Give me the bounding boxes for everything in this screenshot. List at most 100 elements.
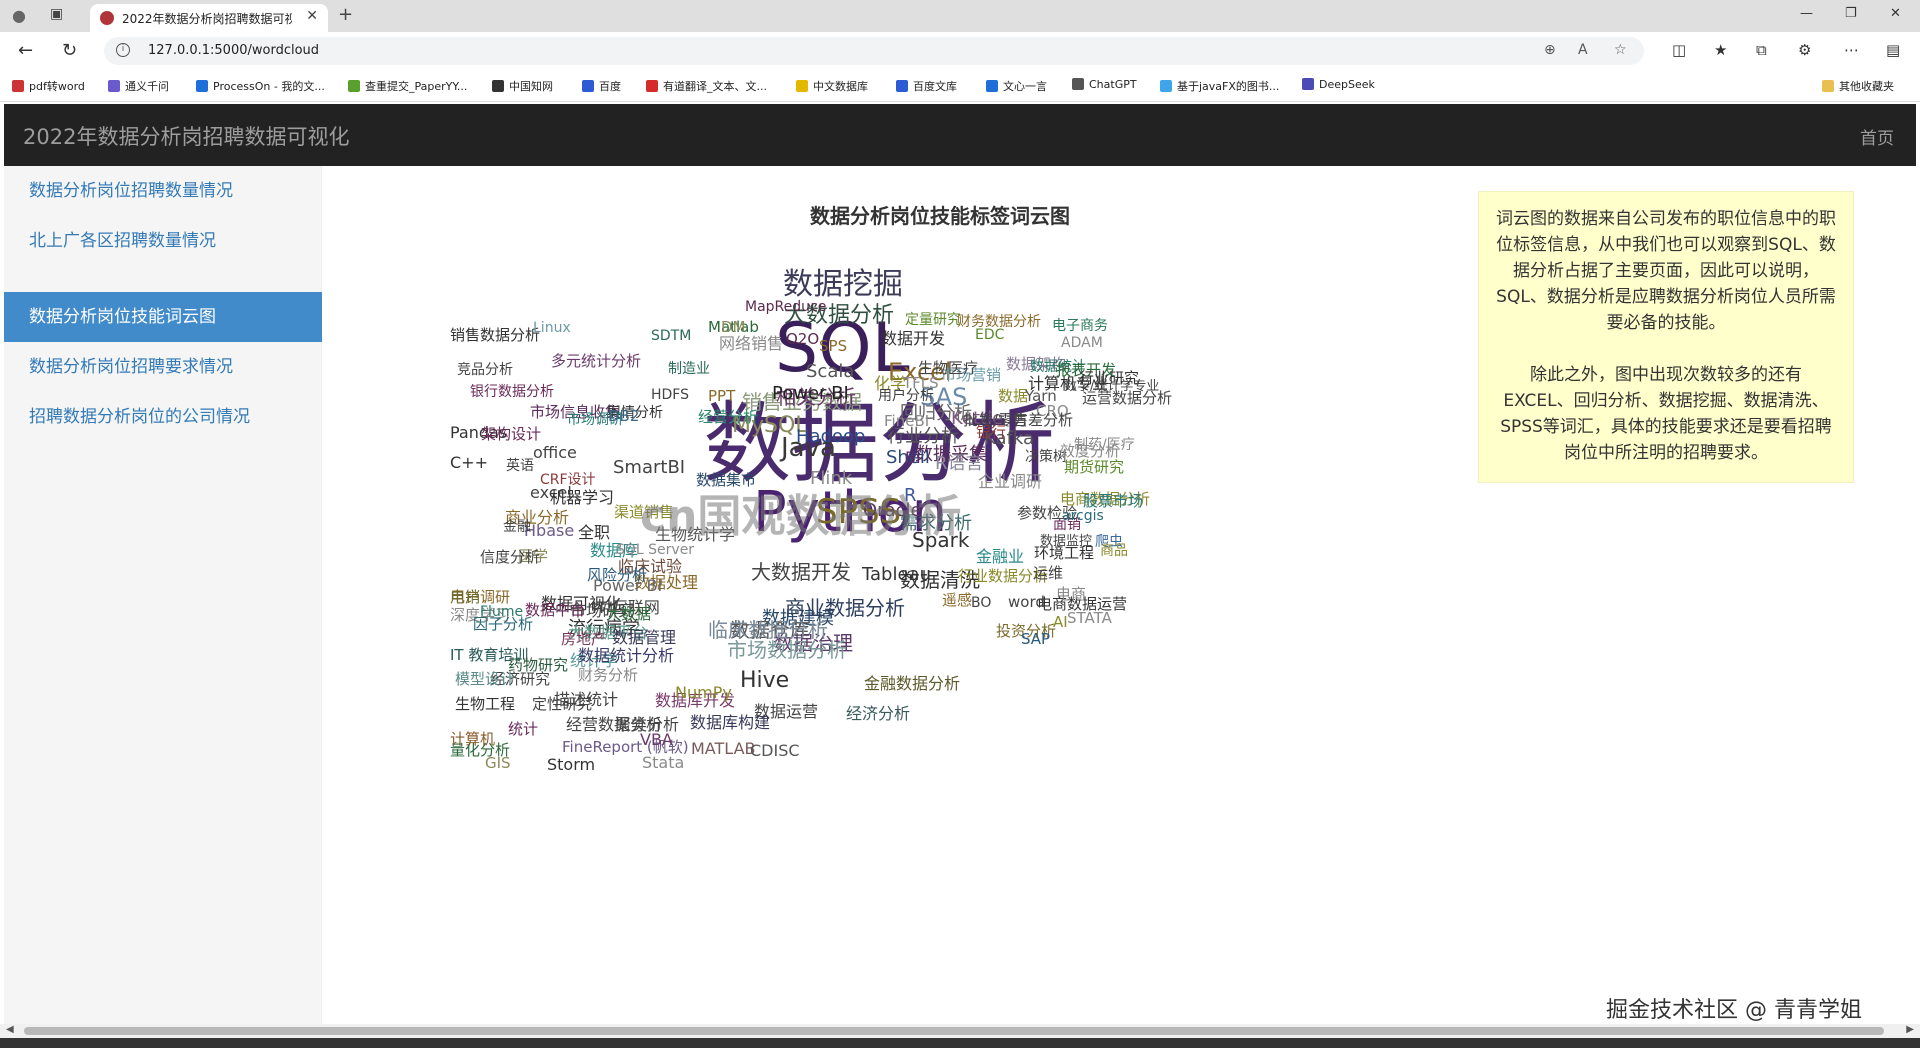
reload-icon[interactable]: ↻	[62, 40, 77, 61]
bookmark-item[interactable]: 中国知网	[492, 78, 553, 94]
scroll-left-icon[interactable]: ◀	[6, 1024, 14, 1035]
description-paragraph: 除此之外，图中出现次数较多的还有EXCEL、回归分析、数据挖掘、数据清洗、SPS…	[1500, 365, 1832, 463]
scrollbar-thumb[interactable]	[24, 1027, 1884, 1035]
wordcloud-word: BO	[971, 595, 992, 611]
wordcloud-word: 用户分析	[878, 388, 934, 404]
chart-title: 数据分析岗位技能标签词云图	[810, 204, 1070, 228]
wordcloud-word: 数据	[998, 387, 1029, 405]
wordcloud-word: AI	[1053, 613, 1068, 631]
extensions-icon[interactable]: ⚙	[1798, 41, 1811, 59]
wordcloud-word: Tableau	[862, 564, 931, 585]
bookmark-item[interactable]: 基于javaFX的图书...	[1160, 78, 1279, 94]
wordcloud-word: 大数据开发	[751, 560, 851, 584]
horizontal-scrollbar[interactable]: ◀ ▶	[0, 1024, 1920, 1038]
bookmark-item[interactable]: DeepSeek	[1302, 78, 1375, 91]
wordcloud-word: arcgis	[1062, 508, 1104, 524]
bookmark-item[interactable]: 文心一言	[986, 78, 1047, 94]
sidebar-toggle-icon[interactable]: ▤	[1886, 41, 1900, 59]
profile-icon[interactable]: ●	[12, 6, 32, 26]
address-bar-row: ← ↻ i 127.0.0.1:5000/wordcloud ⊕ A ☆ ◫ ★…	[0, 32, 1920, 70]
bookmark-item[interactable]: 通义千问	[108, 78, 169, 94]
wordcloud-word: MapReduce	[745, 299, 827, 315]
collections-icon[interactable]: ⧉	[1756, 41, 1767, 59]
wordcloud-word: 制药/医疗	[1074, 437, 1135, 453]
favorites-icon[interactable]: ★	[1714, 41, 1727, 59]
wordcloud-word: 行业分析	[887, 426, 959, 447]
bookmark-item[interactable]: ChatGPT	[1072, 78, 1137, 91]
wordcloud-word: 大数据	[606, 605, 652, 623]
scroll-right-icon[interactable]: ▶	[1906, 1024, 1914, 1035]
wordcloud-word: 架构设计	[481, 425, 542, 443]
wordcloud-word: EDC	[975, 327, 1005, 343]
folder-icon	[1822, 80, 1834, 92]
wordcloud-word: office	[533, 443, 577, 462]
favorite-star-icon[interactable]: ☆	[1614, 42, 1627, 58]
wordcloud-word: 期货研究	[1064, 458, 1125, 476]
app-brand[interactable]: 2022年数据分析岗招聘数据可视化	[23, 121, 349, 151]
tab-close-icon[interactable]: ✕	[306, 8, 318, 24]
wordcloud-word: 运维	[1033, 564, 1064, 582]
sidebar-item-companies[interactable]: 招聘数据分析岗位的公司情况	[4, 392, 322, 442]
restore-icon[interactable]: ❐	[1845, 6, 1857, 21]
sidebar-nav: 数据分析岗位招聘数量情况 北上广各区招聘数量情况 数据分析岗位技能词云图 数据分…	[4, 166, 322, 1026]
bookmark-item[interactable]: pdf转word	[12, 78, 85, 94]
overlay-text: cn国观数据分析	[640, 491, 962, 542]
bookmark-icon	[896, 80, 908, 92]
split-screen-icon[interactable]: ◫	[1672, 41, 1686, 59]
bookmark-icon	[1072, 78, 1084, 90]
url-text[interactable]: 127.0.0.1:5000/wordcloud	[148, 43, 319, 58]
sidebar-item-district-count[interactable]: 北上广各区招聘数量情况	[4, 216, 322, 266]
app-navbar: 2022年数据分析岗招聘数据可视化 首页	[4, 104, 1916, 166]
wordcloud-word: 遥感	[942, 591, 973, 609]
other-bookmarks-folder[interactable]: 其他收藏夹	[1822, 78, 1894, 94]
zoom-icon[interactable]: ⊕	[1544, 42, 1556, 58]
wordcloud-word: Hadoop	[796, 426, 866, 447]
wordcloud-word: 生物工程	[455, 695, 516, 713]
bookmark-icon	[986, 80, 998, 92]
wordcloud-word: CDISC	[750, 741, 800, 760]
wordcloud-word: 计算机	[450, 730, 496, 748]
sidebar-item-requirements[interactable]: 数据分析岗位招聘要求情况	[4, 342, 322, 392]
wordcloud-word: NumPy	[675, 683, 732, 702]
sidebar-item-job-count[interactable]: 数据分析岗位招聘数量情况	[4, 166, 322, 216]
bookmark-item[interactable]: ProcessOn - 我的文...	[196, 78, 325, 94]
browser-tab-bar: ● ▣ 2022年数据分析岗招聘数据可视化 ✕ + — ❐ ✕	[0, 0, 1920, 32]
wordcloud-word: 房地产	[561, 630, 607, 648]
wordcloud-word: 金融业	[976, 547, 1025, 566]
tab-actions-icon[interactable]: ▣	[50, 6, 70, 26]
bookmark-icon	[1302, 78, 1314, 90]
wordcloud-word: 数据统计分析	[578, 646, 675, 665]
bookmark-item[interactable]: 中文数据库	[796, 78, 868, 94]
bookmark-item[interactable]: 有道翻译_文本、文...	[646, 78, 767, 94]
new-tab-icon[interactable]: +	[338, 4, 353, 25]
wordcloud-word: 制造业	[668, 361, 710, 377]
wordcloud-word: 环境工程	[1034, 544, 1095, 562]
info-icon[interactable]: i	[116, 43, 130, 57]
back-icon[interactable]: ←	[18, 40, 33, 61]
wordcloud-word: ADAM	[1061, 335, 1103, 351]
bookmark-item[interactable]: 查重提交_PaperYY...	[348, 78, 467, 94]
bookmark-item[interactable]: 百度	[582, 78, 621, 94]
url-field[interactable]: i 127.0.0.1:5000/wordcloud ⊕ A ☆	[104, 37, 1644, 65]
taskbar-strip	[0, 1038, 1920, 1048]
wordcloud-word: 银行数据分析	[470, 384, 554, 400]
sidebar-item-skill-wordcloud[interactable]: 数据分析岗位技能词云图	[4, 292, 322, 342]
wordcloud-word: 销售数据分析	[450, 326, 541, 344]
wordcloud-word: 金融	[503, 519, 531, 535]
home-link[interactable]: 首页	[1860, 124, 1894, 149]
bookmark-icon	[646, 80, 658, 92]
wordcloud-word: 经济分析	[846, 704, 911, 723]
read-aloud-icon[interactable]: A	[1578, 42, 1588, 58]
browser-tab[interactable]: 2022年数据分析岗招聘数据可视化 ✕	[90, 4, 328, 32]
more-menu-icon[interactable]: ⋯	[1844, 41, 1859, 59]
wordcloud-word: SmartBI	[613, 457, 686, 478]
wordcloud-word: Linux	[533, 320, 571, 336]
wordcloud-word: VBA	[640, 730, 673, 749]
bookmark-item[interactable]: 百度文库	[896, 78, 957, 94]
wordcloud-word: word	[1008, 593, 1045, 611]
wordcloud-word: 股票市场	[1083, 492, 1144, 510]
wordcloud-word: 财务分析	[578, 666, 639, 684]
window-close-icon[interactable]: ✕	[1890, 6, 1901, 21]
minimize-icon[interactable]: —	[1800, 6, 1813, 21]
wordcloud-word: 多元统计分析	[551, 352, 642, 370]
